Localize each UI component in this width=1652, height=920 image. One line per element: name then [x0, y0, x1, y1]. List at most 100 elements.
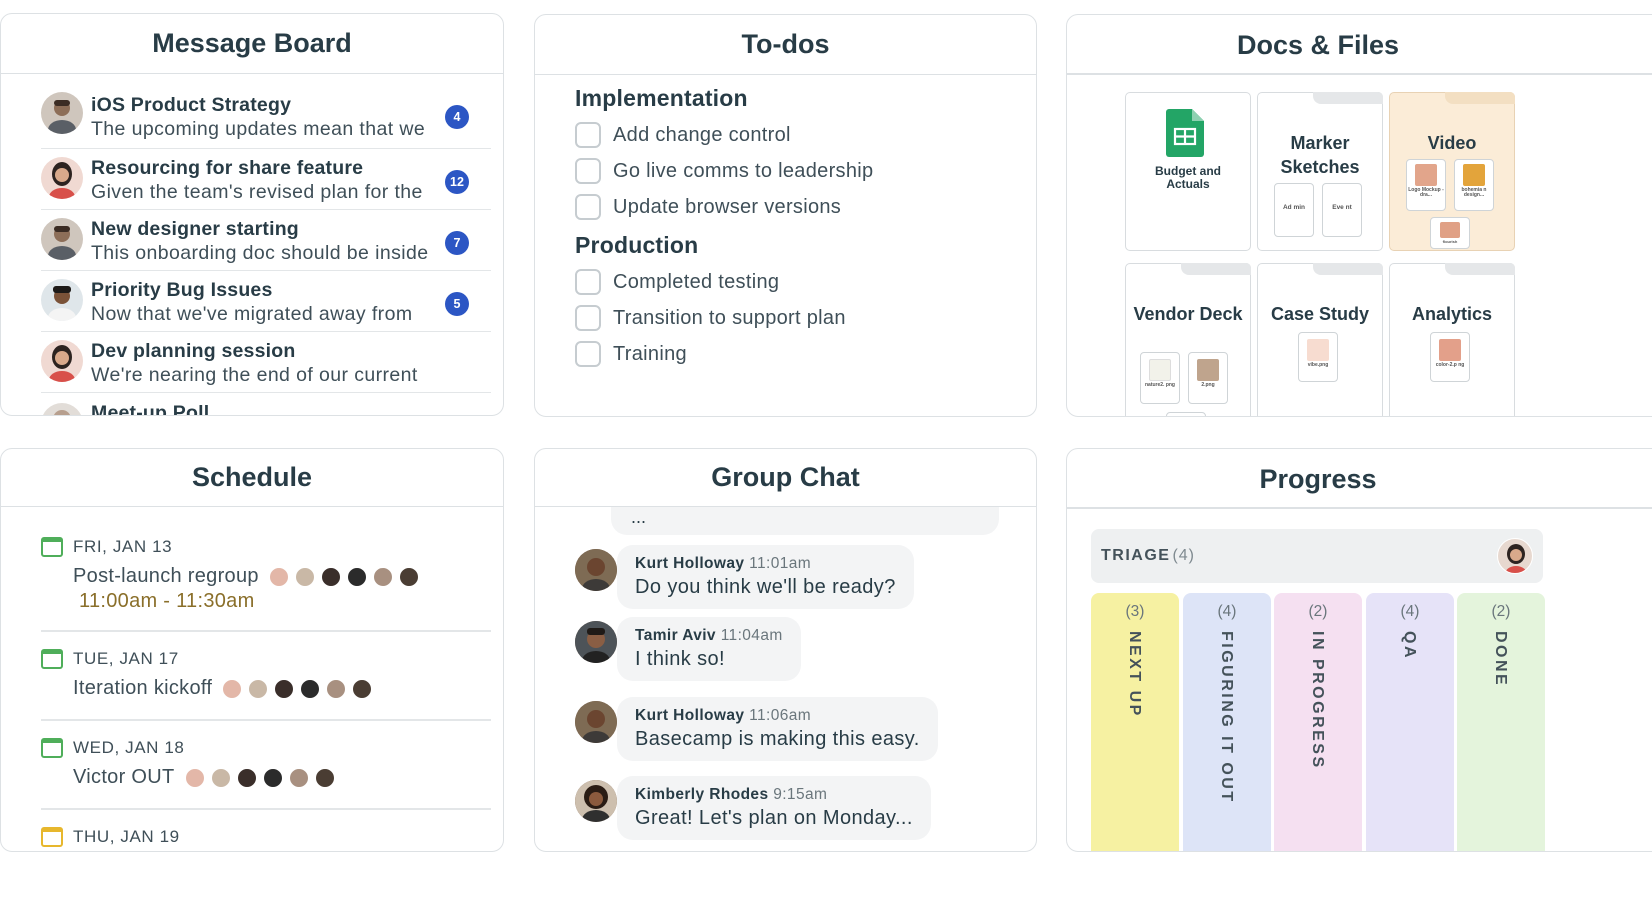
avatar [248, 678, 269, 699]
todo-checkbox[interactable] [575, 194, 601, 220]
schedule-event[interactable]: THU, JAN 19 [41, 827, 491, 847]
schedule-event[interactable]: WED, JAN 18 Victor OUT [41, 738, 491, 789]
schedule-card[interactable]: Schedule FRI, JAN 13 Post-launch regroup… [0, 448, 504, 852]
group-chat-card[interactable]: Group Chat ... Kurt Holloway 11:01am Do … [534, 448, 1037, 852]
chat-author: Kurt Holloway [635, 555, 745, 572]
column-qa[interactable]: (4) QA [1366, 593, 1454, 851]
todo-label[interactable]: Transition to support plan [613, 307, 846, 330]
avatar [575, 701, 617, 743]
avatar [575, 780, 617, 822]
folder-case-study[interactable]: Case Study vibe.png [1257, 263, 1383, 416]
avatar [41, 157, 83, 199]
todo-item: Go live comms to leadership [575, 153, 873, 189]
message-item[interactable]: New designer starting This onboarding do… [41, 210, 491, 271]
todo-checkbox[interactable] [575, 305, 601, 331]
todo-checkbox[interactable] [575, 341, 601, 367]
todos-title[interactable]: To-dos [742, 29, 830, 60]
file-thumbnail[interactable]: flourish [1430, 217, 1470, 249]
folder-analytics[interactable]: Analytics color-2.p ng [1389, 263, 1515, 416]
todo-checkbox[interactable] [575, 269, 601, 295]
todo-list-production: Production Completed testing Transition … [575, 232, 846, 372]
progress-title[interactable]: Progress [1259, 464, 1376, 495]
todo-label[interactable]: Completed testing [613, 271, 779, 294]
docs-files-title[interactable]: Docs & Files [1237, 30, 1399, 61]
message-item[interactable]: Priority Bug Issues Now that we've migra… [41, 271, 491, 332]
divider [41, 630, 491, 632]
comment-count-badge: 12 [445, 170, 469, 194]
file-thumbnail[interactable]: Ad min [1274, 183, 1314, 237]
message-board-card[interactable]: Message Board iOS Product Strategy The u… [0, 13, 504, 416]
avatar [268, 566, 289, 587]
docs-files-card[interactable]: Docs & Files Budget and Actuals Marker S… [1066, 14, 1652, 417]
folder-video[interactable]: Video Logo Mockup - dra... bohemia n des… [1389, 92, 1515, 251]
avatar [210, 767, 231, 788]
avatar [262, 767, 283, 788]
schedule-event[interactable]: FRI, JAN 13 Post-launch regroup 11:00am … [41, 537, 491, 613]
folder-name: Video [1427, 133, 1477, 153]
file-thumbnail[interactable]: 2.png [1188, 352, 1228, 404]
file-thumbnail[interactable]: bohemia n design... [1454, 159, 1494, 211]
file-thumbnail[interactable]: Logo Mockup - dra... [1406, 159, 1446, 211]
event-title: Victor OUT [73, 766, 175, 788]
column-in-progress[interactable]: (2) IN PROGRESS [1274, 593, 1362, 851]
group-chat-header[interactable]: Group Chat [535, 449, 1036, 507]
column-name: FIGURING IT OUT [1218, 631, 1235, 804]
message-excerpt: The upcoming updates mean that we [91, 118, 426, 140]
column-name: QA [1401, 631, 1418, 660]
todo-label[interactable]: Add change control [613, 124, 791, 147]
message-board-title[interactable]: Message Board [152, 28, 352, 59]
file-thumbnail[interactable]: Eve nt [1322, 183, 1362, 237]
triage-column[interactable]: TRIAGE (4) [1091, 529, 1543, 583]
chat-time: 11:01am [749, 555, 812, 572]
schedule-event[interactable]: TUE, JAN 17 Iteration kickoff [41, 649, 491, 700]
group-chat-title[interactable]: Group Chat [711, 462, 860, 493]
todo-label[interactable]: Update browser versions [613, 196, 841, 219]
file-thumbnail[interactable]: nature2. png [1140, 352, 1180, 404]
todo-list-title[interactable]: Implementation [575, 85, 873, 112]
file-thumbnail[interactable]: color-2.p ng [1430, 332, 1470, 382]
schedule-title[interactable]: Schedule [192, 462, 312, 493]
todo-label[interactable]: Training [613, 343, 687, 366]
column-count: (4) [1217, 603, 1237, 620]
column-figuring-it-out[interactable]: (4) FIGURING IT OUT [1183, 593, 1271, 851]
event-date: WED, JAN 18 [73, 738, 185, 757]
thumb-label: Ad min [1282, 204, 1306, 211]
message-item[interactable]: Dev planning session We're nearing the e… [41, 332, 491, 393]
todo-list-title[interactable]: Production [575, 232, 846, 259]
folder-name: Vendor Deck [1133, 304, 1243, 324]
thumb-label: nature2. png [1144, 382, 1175, 388]
participant-avatars [222, 678, 378, 699]
participant-avatars [268, 566, 425, 587]
message-title: Meet-up Poll [91, 402, 210, 416]
todo-checkbox[interactable] [575, 122, 601, 148]
divider [41, 719, 491, 721]
docs-files-header[interactable]: Docs & Files [1067, 15, 1569, 75]
message-item[interactable]: iOS Product Strategy The upcoming update… [41, 90, 491, 149]
message-item[interactable]: Resourcing for share feature Given the t… [41, 149, 491, 210]
chat-text: Do you think we'll be ready? [635, 576, 896, 598]
avatar [294, 566, 315, 587]
file-thumbnail[interactable] [1166, 412, 1206, 416]
column-next-up[interactable]: (3) NEXT UP [1091, 593, 1179, 851]
todo-label[interactable]: Go live comms to leadership [613, 160, 873, 183]
todos-header[interactable]: To-dos [535, 15, 1036, 75]
schedule-header[interactable]: Schedule [1, 449, 503, 507]
file-thumbnail[interactable]: vibe.png [1298, 332, 1338, 382]
avatar [41, 218, 83, 260]
column-done[interactable]: (2) DONE [1457, 593, 1545, 851]
comment-count-badge: 7 [445, 231, 469, 255]
progress-card[interactable]: Progress TRIAGE (4) (3) NEXT UP (4) FIGU… [1066, 448, 1652, 852]
message-excerpt: Now that we've migrated away from [91, 303, 413, 325]
todos-card[interactable]: To-dos Implementation Add change control… [534, 14, 1037, 417]
message-board-header[interactable]: Message Board [1, 14, 503, 74]
avatar [575, 549, 617, 591]
progress-header[interactable]: Progress [1067, 449, 1569, 509]
folder-vendor-deck[interactable]: Vendor Deck nature2. png 2.png [1125, 263, 1251, 416]
event-date: TUE, JAN 17 [73, 649, 179, 668]
triage-count: (4) [1172, 547, 1196, 564]
doc-budget-and-actuals[interactable]: Budget and Actuals [1125, 92, 1251, 251]
message-item[interactable]: Meet-up Poll [41, 393, 491, 416]
todo-checkbox[interactable] [575, 158, 601, 184]
divider [1067, 73, 1652, 75]
folder-marker-sketches[interactable]: Marker Sketches Ad min Eve nt [1257, 92, 1383, 251]
